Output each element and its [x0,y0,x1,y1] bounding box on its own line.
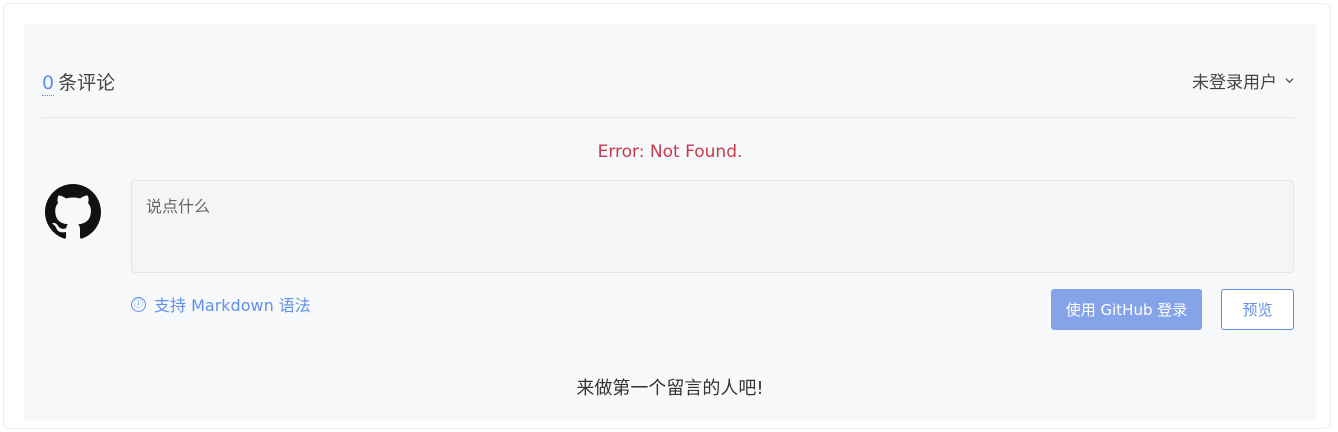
comment-count: 0 条评论 [42,68,116,96]
markdown-help-label: 支持 Markdown 语法 [154,296,311,315]
chevron-down-icon [1285,78,1294,84]
comment-count-number[interactable]: 0 [42,72,55,96]
preview-button[interactable]: 预览 [1221,289,1294,330]
comments-header: 0 条评论 未登录用户 [42,68,1294,118]
comment-widget: 0条评论 未登录用户 Error: Not Found. ⓘ 支持 Markdo… [4,4,1330,428]
info-icon: ⓘ [131,296,146,312]
markdown-help-link[interactable]: ⓘ 支持 Markdown 语法 [131,292,311,316]
github-login-button[interactable]: 使用 GitHub 登录 [1051,289,1202,330]
error-message: Error: Not Found. [597,142,743,162]
comment-input[interactable] [131,180,1294,273]
comment-panel: 0条评论 未登录用户 Error: Not Found. ⓘ 支持 Markdo… [24,24,1316,420]
comment-count-label: 条评论 [58,72,116,94]
user-menu-label: 未登录用户 [1192,73,1277,93]
user-menu[interactable]: 未登录用户 [1192,68,1294,93]
empty-comments-message: 来做第一个留言的人吧! [576,378,764,399]
github-icon [45,184,101,239]
